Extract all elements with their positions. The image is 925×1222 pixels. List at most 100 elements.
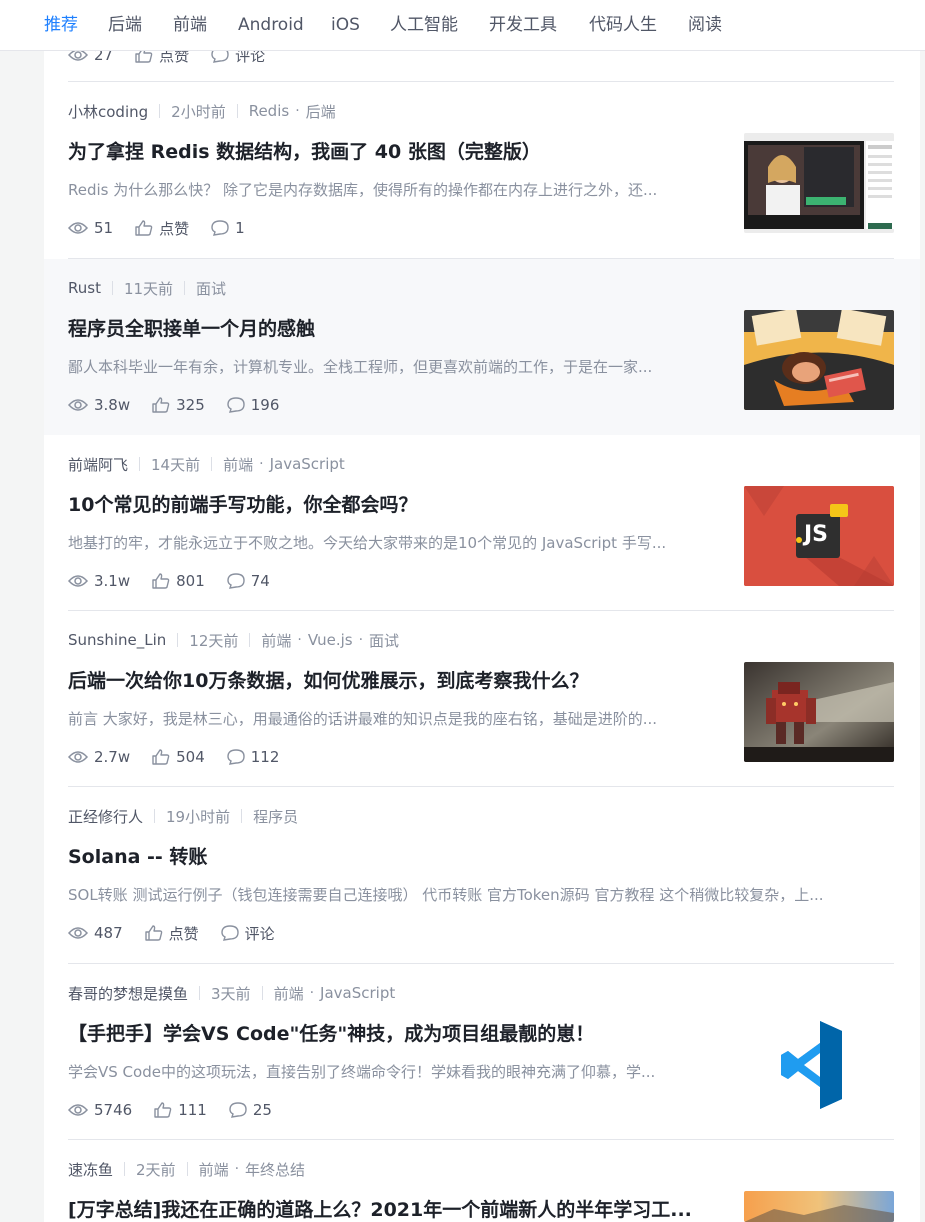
nav-tab-backend[interactable]: 后端: [108, 14, 142, 36]
article-thumbnail[interactable]: [744, 310, 894, 410]
view-count: 2.7w: [68, 748, 130, 766]
author-name[interactable]: 速冻鱼: [68, 1159, 113, 1180]
article-abstract[interactable]: 学会VS Code中的这项玩法，直接告别了终端命令行！学妹看我的眼神充满了仰慕，…: [68, 1061, 718, 1083]
comment-count: 112: [250, 748, 280, 766]
publish-time: 12天前: [189, 631, 239, 650]
comment-button[interactable]: 196: [227, 396, 279, 414]
author-name[interactable]: 前端阿飞: [68, 454, 128, 475]
tag[interactable]: 程序员: [253, 806, 298, 827]
nav-tab-frontend[interactable]: 前端: [173, 14, 207, 36]
author-name[interactable]: 小林coding: [68, 101, 148, 122]
tag[interactable]: 年终总结: [245, 1159, 305, 1180]
comment-button[interactable]: 74: [227, 572, 270, 590]
article-meta: Sunshine_Lin 12天前 前端 · Vue.js · 面试: [68, 629, 399, 651]
publish-time: 2小时前: [171, 102, 226, 121]
comment-icon: [227, 397, 245, 413]
article-title[interactable]: 程序员全职接单一个月的感触: [68, 316, 718, 342]
eye-icon: [68, 399, 88, 411]
eye-icon: [68, 222, 88, 234]
article-title[interactable]: [万字总结]我还在正确的道路上么？2021年一个前端新人的半年学习工...: [68, 1197, 718, 1222]
article-feed: 27 点赞 评论 小林coding 2小时前 Redis · 后端 为了拿捏 R…: [44, 0, 920, 1222]
article-title[interactable]: 【手把手】学会VS Code"任务"神技，成为项目组最靓的崽！: [68, 1021, 718, 1047]
meta-separator: [159, 104, 161, 118]
publish-time: 11天前: [123, 279, 174, 298]
comment-count: 25: [252, 1101, 272, 1119]
tag-separator: ·: [309, 985, 315, 1001]
author-name[interactable]: Sunshine_Lin: [68, 631, 166, 649]
like-button[interactable]: 点赞: [135, 218, 189, 239]
article-thumbnail[interactable]: [744, 1191, 894, 1222]
article-actions: 5746 111 25: [68, 1099, 294, 1121]
article-thumbnail[interactable]: [744, 1015, 894, 1115]
like-button[interactable]: 点赞: [144, 923, 199, 944]
article-title[interactable]: 后端一次给你10万条数据，如何优雅展示，到底考察我什么？: [68, 668, 718, 694]
nav-tab-reading[interactable]: 阅读: [688, 14, 722, 36]
tag[interactable]: 前端: [274, 983, 304, 1004]
article-title[interactable]: Solana -- 转账: [68, 844, 894, 870]
tag[interactable]: Redis: [249, 102, 289, 120]
article-abstract[interactable]: 前言 大家好，我是林三心，用最通俗的话讲最难的知识点是我的座右铭，基础是进阶的.…: [68, 708, 718, 730]
comment-button[interactable]: 评论: [220, 923, 275, 944]
like-button[interactable]: 504: [152, 748, 205, 766]
tag[interactable]: 面试: [196, 278, 226, 299]
video-screenshot-image: [744, 133, 894, 233]
view-count: 487: [68, 924, 123, 942]
tag[interactable]: Vue.js: [308, 631, 353, 649]
vscode-logo-image: [744, 1015, 894, 1115]
tag[interactable]: JavaScript: [320, 984, 395, 1002]
article-entry[interactable]: 速冻鱼 2天前 前端 · 年终总结 [万字总结]我还在正确的道路上么？2021年…: [44, 1140, 920, 1222]
article-thumbnail[interactable]: [744, 133, 894, 233]
author-name[interactable]: 正经修行人: [68, 806, 143, 827]
nav-tab-ios[interactable]: iOS: [331, 14, 360, 36]
tag[interactable]: JavaScript: [270, 455, 345, 473]
article-actions: 3.1w 801 74: [68, 570, 292, 592]
like-button[interactable]: 801: [152, 572, 205, 590]
article-thumbnail[interactable]: JS: [744, 486, 894, 586]
article-title[interactable]: 为了拿捏 Redis 数据结构，我画了 40 张图（完整版）: [68, 139, 718, 165]
article-meta: 春哥的梦想是摸鱼 3天前 前端 · JavaScript: [68, 982, 395, 1004]
tag[interactable]: 前端: [199, 1159, 229, 1180]
nav-tab-devtools[interactable]: 开发工具: [489, 14, 557, 36]
comment-button[interactable]: 25: [229, 1101, 272, 1119]
article-abstract[interactable]: 地基打的牢，才能永远立于不败之地。今天给大家带来的是10个常见的 JavaScr…: [68, 532, 718, 554]
article-meta: 正经修行人 19小时前 程序员: [68, 805, 298, 827]
meta-separator: [186, 1162, 188, 1176]
category-nav: 推荐 后端 前端 Android iOS 人工智能 开发工具 代码人生 阅读: [0, 0, 925, 51]
article-abstract[interactable]: 鄙人本科毕业一年有余，计算机专业。全栈工程师，但更喜欢前端的工作，于是在一家..…: [68, 356, 718, 378]
tag[interactable]: 后端: [306, 101, 336, 122]
nav-tab-recommend[interactable]: 推荐: [44, 14, 78, 36]
article-entry[interactable]: 春哥的梦想是摸鱼 3天前 前端 · JavaScript 【手把手】学会VS C…: [44, 964, 920, 1140]
article-thumbnail[interactable]: [744, 662, 894, 762]
nav-tab-code-life[interactable]: 代码人生: [589, 14, 657, 36]
meta-separator: [124, 1162, 126, 1176]
meta-separator: [154, 809, 156, 823]
comment-button[interactable]: 1: [211, 219, 245, 237]
article-meta: 速冻鱼 2天前 前端 · 年终总结: [68, 1158, 305, 1180]
meta-separator: [139, 457, 141, 471]
comment-button[interactable]: 112: [227, 748, 280, 766]
tag[interactable]: 前端: [261, 630, 291, 651]
article-entry[interactable]: 小林coding 2小时前 Redis · 后端 为了拿捏 Redis 数据结构…: [44, 82, 920, 259]
like-button[interactable]: 111: [154, 1101, 207, 1119]
article-meta: 小林coding 2小时前 Redis · 后端: [68, 100, 336, 122]
tag[interactable]: 前端: [223, 454, 253, 475]
tag[interactable]: 面试: [369, 630, 399, 651]
author-name[interactable]: Rust: [68, 279, 101, 297]
article-abstract[interactable]: SOL转账 测试运行例子（钱包连接需要自己连接哦） 代币转账 官方Token源码…: [68, 884, 880, 906]
view-count-text: 5746: [94, 1101, 133, 1119]
article-abstract[interactable]: Redis 为什么那么快？ 除了它是内存数据库，使得所有的操作都在内存上进行之外…: [68, 179, 718, 201]
meta-separator: [236, 104, 238, 118]
robot-art-image: [744, 662, 894, 762]
author-name[interactable]: 春哥的梦想是摸鱼: [68, 983, 188, 1004]
article-entry[interactable]: Rust 11天前 面试 程序员全职接单一个月的感触 鄙人本科毕业一年有余，计算…: [44, 259, 920, 435]
nav-tab-ai[interactable]: 人工智能: [390, 14, 458, 36]
article-actions: 51 点赞 1: [68, 217, 267, 239]
nav-tab-android[interactable]: Android: [238, 14, 304, 36]
article-entry[interactable]: 前端阿飞 14天前 前端 · JavaScript 10个常见的前端手写功能，你…: [44, 435, 920, 611]
article-entry[interactable]: 正经修行人 19小时前 程序员 Solana -- 转账 SOL转账 测试运行例…: [44, 787, 920, 964]
article-entry[interactable]: Sunshine_Lin 12天前 前端 · Vue.js · 面试 后端一次给…: [44, 611, 920, 787]
article-title[interactable]: 10个常见的前端手写功能，你全都会吗？: [68, 492, 718, 518]
like-button[interactable]: 325: [152, 396, 205, 414]
publish-time: 19小时前: [166, 807, 231, 826]
tag-separator: ·: [234, 1161, 240, 1177]
